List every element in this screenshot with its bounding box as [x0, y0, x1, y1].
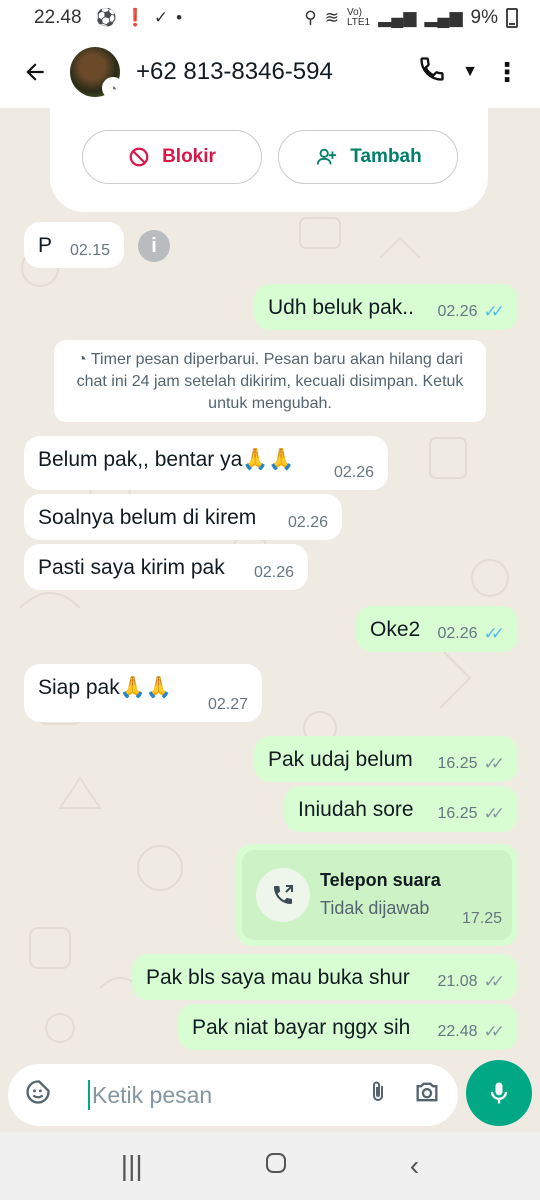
back-arrow-icon[interactable]: [0, 59, 70, 85]
info-icon[interactable]: i: [138, 230, 170, 262]
phone-icon[interactable]: [418, 55, 446, 90]
message-text: Pak niat bayar nggx sih: [192, 1016, 411, 1039]
block-label: Blokir: [162, 146, 216, 167]
message-time: 02.15: [69, 242, 110, 259]
notice-text: Timer pesan diperbarui. Pesan baru akan …: [76, 351, 464, 412]
alert-icon: ❗: [124, 8, 146, 27]
message-text: Pak bls saya mau buka shur: [146, 966, 410, 989]
message-bubble[interactable]: Siap pak🙏🙏 02.27: [24, 664, 262, 722]
back-icon[interactable]: ‹: [410, 1150, 419, 1182]
delivered-tick-icon: ✓✓: [483, 804, 505, 823]
message-bubble[interactable]: Udh beluk pak.. 02.26 ✓✓: [254, 284, 518, 330]
mic-icon: [490, 1082, 508, 1104]
add-contact-button[interactable]: Tambah: [278, 130, 458, 184]
status-time: 22.48: [34, 7, 82, 28]
message-text: Pak udaj belum: [268, 748, 413, 771]
call-status: Tidak dijawab: [320, 898, 430, 918]
timer-badge-icon: ◔: [102, 77, 124, 99]
message-input-container[interactable]: Ketik pesan: [8, 1064, 458, 1126]
attach-icon[interactable]: [366, 1078, 390, 1113]
message-time: 02.26: [437, 625, 478, 642]
add-person-icon: [317, 148, 337, 165]
message-bubble[interactable]: Pasti saya kirim pak 02.26: [24, 544, 308, 590]
message-time: 21.08: [437, 973, 478, 990]
system-nav-bar: ||| ‹: [0, 1132, 540, 1200]
chat-area[interactable]: Blokir Tambah P 02.15 i Udh beluk pak.. …: [0, 108, 540, 1058]
read-tick-icon: ✓✓: [483, 624, 505, 643]
soccer-icon: ⚽: [95, 8, 117, 27]
message-bubble[interactable]: Pak bls saya mau buka shur 21.08 ✓✓: [132, 954, 518, 1000]
message-time: 02.26: [287, 514, 328, 531]
avatar[interactable]: ◔: [70, 47, 124, 99]
read-tick-icon: ✓✓: [483, 302, 505, 321]
call-time: 17.25: [461, 910, 502, 927]
message-text: Belum pak,, bentar ya🙏🙏: [38, 448, 295, 471]
text-caret: [88, 1080, 90, 1110]
message-time: 16.25: [437, 755, 478, 772]
signal-icon: ▂▄▆: [378, 8, 417, 27]
action-card: Blokir Tambah: [50, 108, 488, 212]
message-time: 02.27: [207, 696, 248, 713]
missed-call-bubble[interactable]: Telepon suara Tidak dijawab 17.25: [236, 844, 518, 946]
home-icon[interactable]: [264, 1150, 288, 1182]
wifi-icon: ≋: [324, 8, 339, 27]
message-bubble[interactable]: Iniudah sore 16.25 ✓✓: [284, 786, 518, 832]
sticker-icon[interactable]: [24, 1078, 58, 1113]
message-time: 02.26: [437, 303, 478, 320]
message-text: Pasti saya kirim pak: [38, 556, 225, 579]
call-title: Telepon suara: [320, 870, 441, 890]
message-bubble[interactable]: P 02.15: [24, 222, 124, 268]
volte-icon: Vo) LTE1: [346, 7, 371, 28]
dot-icon: •: [176, 8, 183, 27]
message-text: P: [38, 234, 53, 257]
recents-icon[interactable]: |||: [121, 1150, 143, 1182]
message-text: Siap pak🙏🙏: [38, 676, 173, 699]
message-bubble[interactable]: Pak niat bayar nggx sih 22.48 ✓✓: [178, 1004, 518, 1050]
dropdown-icon[interactable]: ▼: [462, 63, 478, 81]
missed-call-icon: [256, 868, 310, 922]
message-bubble[interactable]: Belum pak,, bentar ya🙏🙏 02.26: [24, 436, 388, 490]
message-text: Udh beluk pak..: [268, 296, 414, 319]
input-bar: Ketik pesan: [0, 1058, 540, 1132]
message-time: 02.26: [253, 564, 294, 581]
message-bubble[interactable]: Pak udaj belum 16.25 ✓✓: [254, 736, 518, 782]
message-text: Oke2: [370, 618, 421, 641]
message-time: 02.26: [333, 464, 374, 481]
delivered-tick-icon: ✓✓: [483, 1022, 505, 1041]
message-bubble[interactable]: Soalnya belum di kirem 02.26: [24, 494, 342, 540]
delivered-tick-icon: ✓✓: [483, 754, 505, 773]
signal-icon: ▂▄▆: [424, 8, 463, 27]
check-icon: ✓: [153, 8, 169, 27]
message-time: 22.48: [437, 1023, 478, 1040]
status-bar: 22.48 ⚽ ❗ ✓ • ⚲ ≋ Vo) LTE1 ▂▄▆ ▂▄▆ 9%: [0, 0, 540, 36]
message-time: 16.25: [437, 805, 478, 822]
message-bubble[interactable]: Oke2 02.26 ✓✓: [356, 606, 518, 652]
battery-icon: [506, 8, 518, 28]
contact-name[interactable]: +62 813-8346-594: [136, 58, 333, 86]
mic-button[interactable]: [466, 1060, 532, 1126]
battery-percent: 9%: [470, 7, 498, 28]
timer-icon: ◔: [77, 351, 91, 368]
delivered-tick-icon: ✓✓: [483, 972, 505, 991]
camera-icon[interactable]: [412, 1078, 442, 1113]
location-icon: ⚲: [304, 8, 317, 27]
message-text: Soalnya belum di kirem: [38, 506, 257, 529]
more-icon[interactable]: ⋮: [494, 57, 520, 88]
message-input[interactable]: Ketik pesan: [92, 1082, 344, 1109]
block-button[interactable]: Blokir: [82, 130, 262, 184]
message-text: Iniudah sore: [298, 798, 414, 821]
chat-header: ◔ +62 813-8346-594 ▼ ⋮: [0, 36, 540, 108]
add-label: Tambah: [350, 146, 422, 167]
block-icon: [129, 147, 149, 167]
disappearing-timer-notice[interactable]: ◔ Timer pesan diperbarui. Pesan baru aka…: [54, 340, 486, 422]
